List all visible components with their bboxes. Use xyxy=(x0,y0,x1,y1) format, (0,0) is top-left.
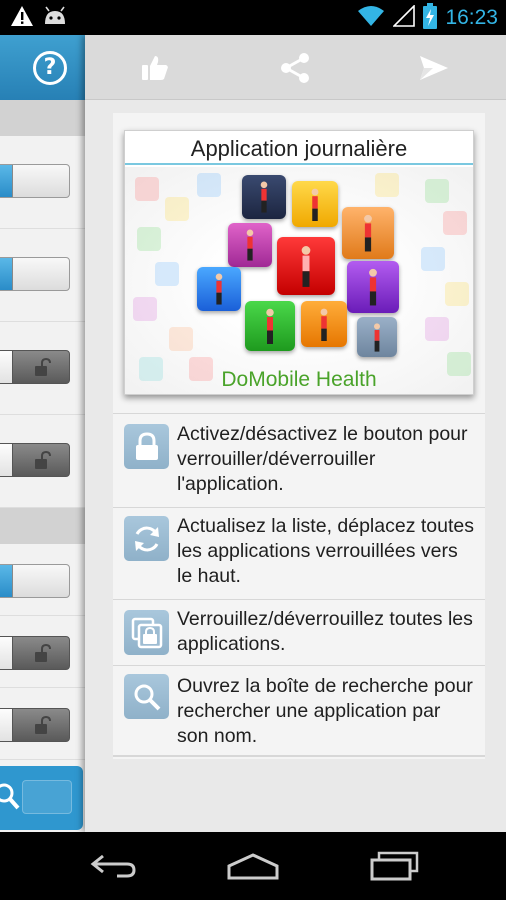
refresh-icon xyxy=(124,516,169,561)
search-icon xyxy=(0,782,22,816)
battery-charging-icon xyxy=(423,3,438,33)
toolbar xyxy=(85,35,506,100)
lock-toggle[interactable] xyxy=(0,564,70,598)
help-item-refresh: Actualisez la liste, déplacez toutes les… xyxy=(113,507,485,599)
search-button[interactable] xyxy=(0,766,83,830)
lock-toggle[interactable] xyxy=(0,636,70,670)
search-icon xyxy=(124,674,169,719)
exercise-tile xyxy=(197,267,241,311)
signal-icon xyxy=(392,4,416,31)
home-icon[interactable] xyxy=(225,849,281,883)
help-text: Actualisez la liste, déplacez toutes les… xyxy=(177,515,474,587)
app-row[interactable] xyxy=(0,229,85,322)
banner-caption: DoMobile Health xyxy=(221,368,377,391)
exercise-tile xyxy=(342,207,394,259)
unlock-icon xyxy=(33,357,53,382)
exercise-tile xyxy=(228,223,272,267)
left-panel: ? xyxy=(0,35,85,832)
app-row[interactable] xyxy=(0,688,85,760)
send-icon[interactable] xyxy=(416,51,452,85)
app-row[interactable] xyxy=(0,322,85,415)
app-row[interactable] xyxy=(0,616,85,688)
help-text: Ouvrez la boîte de recherche pour recher… xyxy=(177,675,473,747)
status-notifications xyxy=(10,6,68,30)
help-card: Application journalière DoMobile Health … xyxy=(113,113,485,759)
lock-toggle xyxy=(22,780,72,814)
help-item-lock: Activez/désactivez le bouton pour verrou… xyxy=(113,413,485,507)
wifi-icon xyxy=(357,5,385,31)
promo-banner[interactable]: Application journalière DoMobile Health xyxy=(124,130,474,395)
recent-apps-icon[interactable] xyxy=(366,849,422,883)
banner-title: Application journalière xyxy=(125,131,473,165)
lock-toggle[interactable] xyxy=(0,708,70,742)
exercise-tile xyxy=(357,317,397,357)
help-item-search: Ouvrez la boîte de recherche pour recher… xyxy=(113,665,485,757)
lock-toggle[interactable] xyxy=(0,164,70,198)
app-row[interactable] xyxy=(0,136,85,229)
android-icon xyxy=(42,6,68,30)
help-icon[interactable]: ? xyxy=(33,51,67,85)
unlock-icon xyxy=(33,450,53,475)
left-header: ? xyxy=(0,35,85,100)
help-item-lock-all: Verrouillez/déverrouillez toutes les app… xyxy=(113,599,485,665)
nav-bar xyxy=(0,832,506,900)
thumbs-up-icon[interactable] xyxy=(137,51,173,85)
banner-illustration: DoMobile Health xyxy=(125,167,473,394)
status-indicators: 16:23 xyxy=(357,3,498,33)
app-row[interactable] xyxy=(0,415,85,508)
status-bar: 16:23 xyxy=(0,0,506,35)
lock-all-icon xyxy=(124,610,169,655)
section-header xyxy=(0,100,85,136)
exercise-tile xyxy=(245,301,295,351)
back-icon[interactable] xyxy=(85,849,141,883)
exercise-tile xyxy=(292,181,338,227)
help-text: Activez/désactivez le bouton pour verrou… xyxy=(177,423,468,495)
exercise-tile xyxy=(242,175,286,219)
share-icon[interactable] xyxy=(277,51,313,85)
section-header xyxy=(0,508,85,544)
lock-icon xyxy=(124,424,169,469)
clock: 16:23 xyxy=(445,6,498,29)
lock-toggle[interactable] xyxy=(0,443,70,477)
help-text: Verrouillez/déverrouillez toutes les app… xyxy=(177,608,473,655)
app-row[interactable] xyxy=(0,544,85,616)
exercise-tile xyxy=(277,237,335,295)
main-panel: Application journalière DoMobile Health … xyxy=(85,35,506,832)
exercise-tile xyxy=(301,301,347,347)
lock-toggle[interactable] xyxy=(0,350,70,384)
unlock-icon xyxy=(33,715,53,740)
exercise-tile xyxy=(347,261,399,313)
warning-icon xyxy=(10,5,34,31)
lock-toggle[interactable] xyxy=(0,257,70,291)
unlock-icon xyxy=(33,643,53,668)
